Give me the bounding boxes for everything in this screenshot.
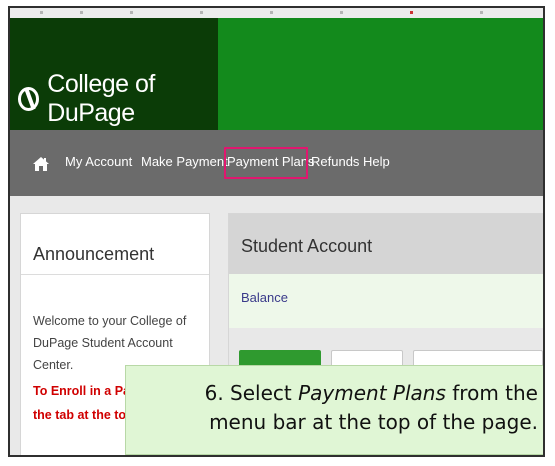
nav-item-my-account[interactable]: My Account — [65, 154, 132, 169]
home-icon[interactable] — [32, 156, 50, 172]
balance-row: Balance — [229, 274, 543, 329]
site-header-banner — [218, 18, 543, 130]
nav-item-refunds[interactable]: Refunds — [311, 154, 359, 169]
site-brand-name: College of DuPage — [47, 70, 155, 127]
site-header-brand-area: College of DuPage — [10, 18, 218, 130]
callout-emphasis: Payment Plans — [298, 381, 446, 405]
student-account-header: Student Account I — [229, 214, 543, 274]
balance-link[interactable]: Balance — [241, 290, 288, 305]
announcement-title: Announcement — [33, 244, 155, 264]
screenshot-frame: College of DuPage My Account Make Paymen… — [8, 6, 545, 457]
student-account-separator: I — [541, 234, 543, 257]
callout-suffix: from the — [445, 381, 538, 405]
callout-line-1: 6. Select Payment Plans from the — [126, 379, 538, 408]
instruction-callout: 6. Select Payment Plans from the menu ba… — [125, 365, 543, 455]
callout-prefix: 6. Select — [204, 381, 299, 405]
payment-plans-highlight-box — [224, 147, 308, 179]
site-logo-link[interactable]: College of DuPage — [18, 70, 218, 128]
nav-item-make-payment[interactable]: Make Payment — [141, 154, 228, 169]
student-account-title: Student Account — [241, 236, 373, 256]
nav-item-help[interactable]: Help — [363, 154, 390, 169]
announcement-divider — [21, 274, 209, 275]
college-of-dupage-logo-icon — [18, 87, 40, 111]
main-navigation-bar: My Account Make Payment Payment Plans Re… — [10, 130, 543, 196]
callout-line-2: menu bar at the top of the page. — [209, 410, 538, 434]
